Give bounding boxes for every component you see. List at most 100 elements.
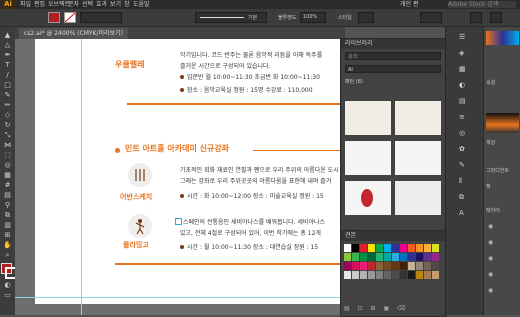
symbols-icon[interactable]: ✿ — [459, 145, 465, 153]
swatch-cell[interactable] — [392, 253, 399, 261]
menu-edit[interactable]: 편집 — [34, 0, 45, 9]
menu-effect[interactable]: 효과 — [96, 0, 107, 9]
swatch-cell[interactable] — [432, 253, 439, 261]
swatch-cell[interactable] — [384, 253, 391, 261]
shape-builder-tool-icon[interactable]: ◎ — [3, 161, 12, 169]
swatch-cell[interactable] — [344, 253, 351, 261]
swatch-cell[interactable] — [408, 244, 415, 252]
swatch-cell[interactable] — [376, 244, 383, 252]
swatch-cell[interactable] — [392, 262, 399, 270]
drawing-mode-icon[interactable]: ◐ — [3, 281, 12, 289]
recolor-button[interactable] — [420, 12, 442, 23]
perspective-tool-icon[interactable]: ▦ — [3, 171, 12, 179]
swatch-cell[interactable] — [368, 244, 375, 252]
direct-selection-tool-icon[interactable]: △ — [3, 41, 12, 49]
swatch-cell[interactable] — [400, 253, 407, 261]
panel-label-layers[interactable]: 레이어 — [486, 207, 500, 214]
swatch-cell[interactable] — [384, 244, 391, 252]
swatch-cell[interactable] — [400, 271, 407, 279]
pattern-thumb[interactable] — [345, 101, 391, 135]
pattern-thumb[interactable] — [345, 141, 391, 175]
align-button[interactable] — [470, 12, 482, 23]
swatch-cell[interactable] — [376, 253, 383, 261]
swatch-cell[interactable] — [400, 244, 407, 252]
pattern-thumb[interactable] — [395, 181, 441, 215]
color-icon[interactable]: ◐ — [459, 81, 465, 89]
swatch-cell[interactable] — [352, 253, 359, 261]
blend-tool-icon[interactable]: ⧉ — [3, 211, 12, 219]
swatch-cell[interactable] — [392, 271, 399, 279]
menu-view[interactable]: 보기 — [110, 0, 121, 9]
libraries-icon[interactable]: ▦ — [459, 65, 466, 73]
fill-swatch[interactable] — [48, 12, 60, 23]
swatch-cell[interactable] — [360, 271, 367, 279]
swatch-cell[interactable] — [408, 271, 415, 279]
swatch-cell[interactable] — [344, 262, 351, 270]
transparency-icon[interactable]: ◎ — [459, 129, 465, 137]
swatch-cell[interactable] — [432, 271, 439, 279]
swatch-cell[interactable] — [416, 262, 423, 270]
menu-window[interactable]: 창 — [124, 0, 130, 9]
stroke-profile-dropdown[interactable]: 기본 — [195, 12, 267, 23]
gradient-tool-icon[interactable]: ▤ — [3, 191, 12, 199]
swatch-cell[interactable] — [344, 271, 351, 279]
swatch-cell[interactable] — [424, 271, 431, 279]
color-guide-strip[interactable] — [486, 31, 519, 45]
eraser-tool-icon[interactable]: ◇ — [3, 111, 12, 119]
document-tab[interactable]: cs2.ai* @ 2400% (CMYK/미리보기) — [19, 28, 128, 39]
layers-icon[interactable]: ◈ — [459, 49, 464, 57]
swatch-cell[interactable] — [344, 244, 351, 252]
library-search-input[interactable]: 검색 — [345, 52, 441, 60]
panel-label-gradient[interactable]: 그라디언트 — [486, 167, 509, 174]
visibility-eye-icon[interactable]: ◉ — [488, 239, 493, 246]
swatch-cell[interactable] — [352, 244, 359, 252]
canvas[interactable]: 우쿨렐레 악기입니다. 코드 반주는 물론 음악적 리듬을 이해 독주를 즐거운… — [15, 39, 345, 315]
graph-tool-icon[interactable]: ▥ — [3, 221, 12, 229]
library-dropdown[interactable]: AI — [345, 65, 441, 73]
pattern-thumb[interactable] — [395, 141, 441, 175]
swatch-cell[interactable] — [360, 253, 367, 261]
swatch-cell[interactable] — [424, 253, 431, 261]
stroke-icon[interactable]: ≡ — [459, 113, 465, 121]
menu-file[interactable]: 파일 — [20, 0, 31, 9]
swatch-cell[interactable] — [368, 271, 375, 279]
stroke-weight-field[interactable] — [80, 12, 122, 23]
visibility-eye-icon[interactable]: ◉ — [488, 255, 493, 262]
rectangle-tool-icon[interactable]: □ — [3, 81, 12, 89]
swatch-cell[interactable] — [368, 253, 375, 261]
swatch-cell[interactable] — [384, 271, 391, 279]
free-transform-tool-icon[interactable]: ⬚ — [3, 151, 12, 159]
swatch-cell[interactable] — [392, 244, 399, 252]
visibility-eye-icon[interactable]: ◉ — [488, 271, 493, 278]
pencil-tool-icon[interactable]: ✏ — [3, 101, 12, 109]
eyedropper-tool-icon[interactable]: ⚲ — [3, 201, 12, 209]
opacity-field[interactable]: 100% — [300, 12, 326, 23]
swatch-cell[interactable] — [424, 262, 431, 270]
selection-tool-icon[interactable]: ▲ — [3, 31, 12, 39]
scale-tool-icon[interactable]: ⤡ — [3, 131, 12, 139]
gradient-icon[interactable]: ▤ — [459, 97, 466, 105]
menu-type[interactable]: 문자 — [68, 0, 79, 9]
panel-label-properties[interactable]: 속성 — [486, 79, 495, 86]
menu-select[interactable]: 선택 — [82, 0, 93, 9]
line-tool-icon[interactable]: / — [3, 71, 12, 79]
character-icon[interactable]: A — [459, 209, 464, 217]
panel-label-color[interactable]: 색상 — [486, 139, 495, 146]
swatch-cell[interactable] — [424, 244, 431, 252]
stroke-swatch[interactable] — [64, 12, 76, 23]
artboard-tool-icon[interactable]: ⊞ — [3, 231, 12, 239]
swatch-cell[interactable] — [376, 262, 383, 270]
swatch-cell[interactable] — [416, 244, 423, 252]
type-tool-icon[interactable]: T — [3, 61, 12, 69]
stock-search-input[interactable]: Adobe Stock 검색 — [448, 1, 516, 8]
align-icon[interactable]: ⫴ — [459, 177, 462, 186]
paintbrush-tool-icon[interactable]: ✎ — [3, 91, 12, 99]
swatch-cell[interactable] — [400, 262, 407, 270]
hand-tool-icon[interactable]: ✋ — [3, 241, 12, 249]
width-tool-icon[interactable]: ⋈ — [3, 141, 12, 149]
mesh-tool-icon[interactable]: # — [3, 181, 12, 189]
workspace-switcher[interactable]: 개인 편 — [400, 0, 418, 9]
brushes-icon[interactable]: ✎ — [459, 161, 465, 169]
swatch-cell[interactable] — [408, 262, 415, 270]
pattern-thumb[interactable] — [395, 101, 441, 135]
